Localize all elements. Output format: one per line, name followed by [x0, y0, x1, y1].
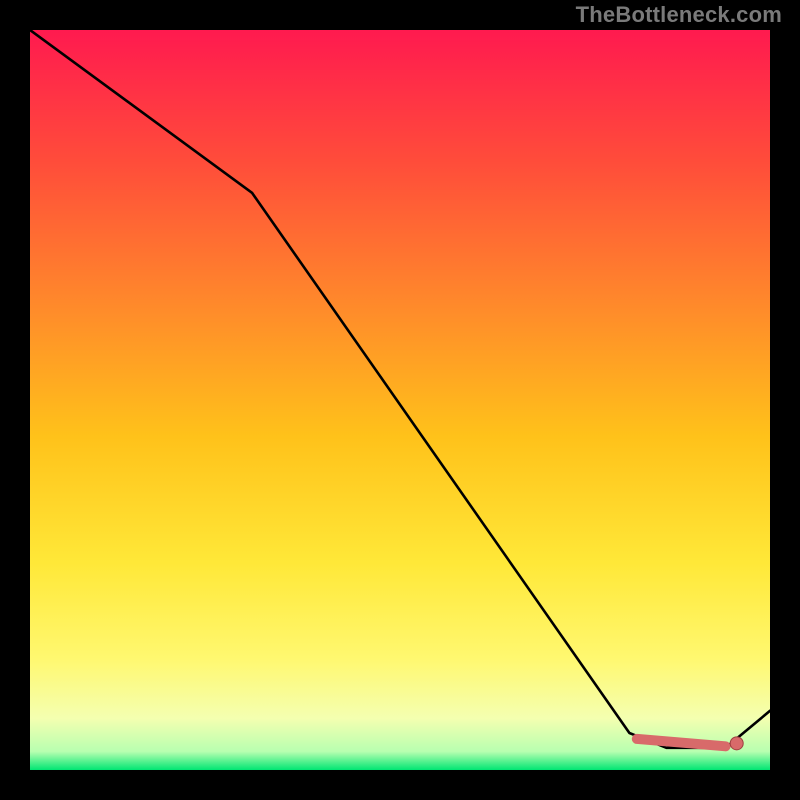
data-line [30, 30, 770, 748]
chart-overlay [30, 30, 770, 770]
watermark-text: TheBottleneck.com [576, 2, 782, 28]
plot-area [30, 30, 770, 770]
highlight-segment [637, 739, 726, 746]
highlight-point [730, 737, 743, 750]
chart-frame: TheBottleneck.com [0, 0, 800, 800]
